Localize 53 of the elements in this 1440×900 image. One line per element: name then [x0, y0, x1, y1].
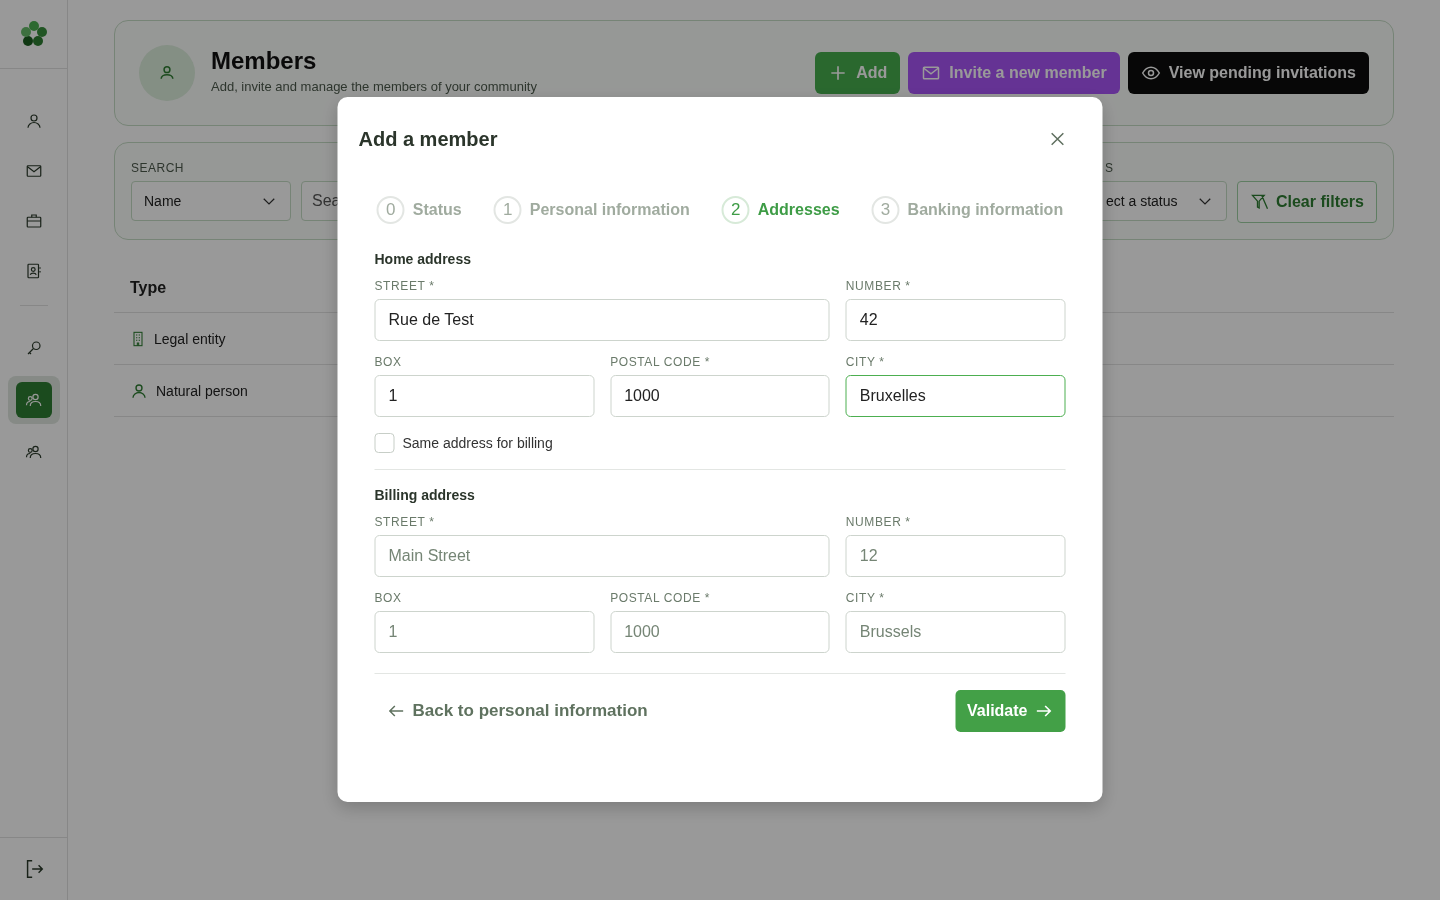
input-field[interactable]: 12 [845, 535, 1066, 577]
field-label: NUMBER * [845, 279, 912, 293]
field-label: NUMBER * [845, 515, 912, 529]
person-icon [24, 112, 43, 130]
section-heading: Billing address [374, 487, 476, 503]
eye-icon [1140, 63, 1161, 83]
field-label: CITY * [845, 355, 886, 369]
input-field[interactable]: 1000 [610, 375, 830, 417]
input-field[interactable]: 1 [374, 375, 595, 417]
status-label: S [1103, 161, 1115, 177]
column-header: Type [130, 279, 167, 297]
table-cell: Natural person [156, 382, 248, 399]
page-subtitle: Add, invite and manage the members of your community [211, 78, 538, 94]
input-field[interactable]: Rue de Test [374, 299, 830, 341]
search-by-select[interactable]: Name [131, 181, 291, 221]
contact-book-icon [24, 262, 43, 280]
validate-button[interactable]: Validate [955, 690, 1066, 732]
group-nav-button[interactable] [15, 382, 52, 418]
field-label: STREET * [374, 515, 436, 529]
people-icon [24, 443, 43, 461]
back-button[interactable]: Back to personal information [374, 690, 660, 732]
checkbox[interactable] [374, 433, 395, 453]
pending-button[interactable]: View pending invitations [1127, 52, 1369, 94]
input-field[interactable]: Main Street [374, 535, 830, 577]
dialog-title: Add a member [358, 127, 498, 151]
checkbox-label: Same address for billing [402, 435, 553, 451]
mail-icon [921, 63, 942, 83]
input-field[interactable]: Brussels [845, 611, 1066, 653]
building-icon [130, 330, 146, 347]
clover-logo [19, 20, 48, 48]
input-field[interactable]: Bruxelles [845, 375, 1066, 417]
table-cell: Legal entity [154, 330, 226, 347]
person-icon [130, 381, 148, 400]
search-label: SEARCH [131, 161, 185, 177]
mail-icon [24, 162, 43, 180]
filter-off-icon [1249, 192, 1270, 212]
person-icon [139, 45, 195, 101]
input-field[interactable]: 1 [374, 611, 595, 653]
people-icon [24, 391, 43, 409]
field-label: BOX [374, 355, 403, 369]
field-label: POSTAL CODE * [610, 355, 711, 369]
section-heading: Home address [374, 251, 472, 267]
field-label: CITY * [845, 591, 886, 605]
clear-filters-button[interactable]: Clear filters [1236, 181, 1377, 223]
field-label: STREET * [374, 279, 436, 293]
input-field[interactable]: 1000 [610, 611, 830, 653]
page-title: Members [211, 46, 318, 75]
field-label: BOX [374, 591, 403, 605]
field-label: POSTAL CODE * [610, 591, 711, 605]
step-tab[interactable]: 2 Addresses [721, 196, 840, 224]
briefcase-icon [24, 212, 43, 230]
invite-button[interactable]: Invite a new member [908, 52, 1120, 94]
input-field[interactable]: 42 [845, 299, 1066, 341]
